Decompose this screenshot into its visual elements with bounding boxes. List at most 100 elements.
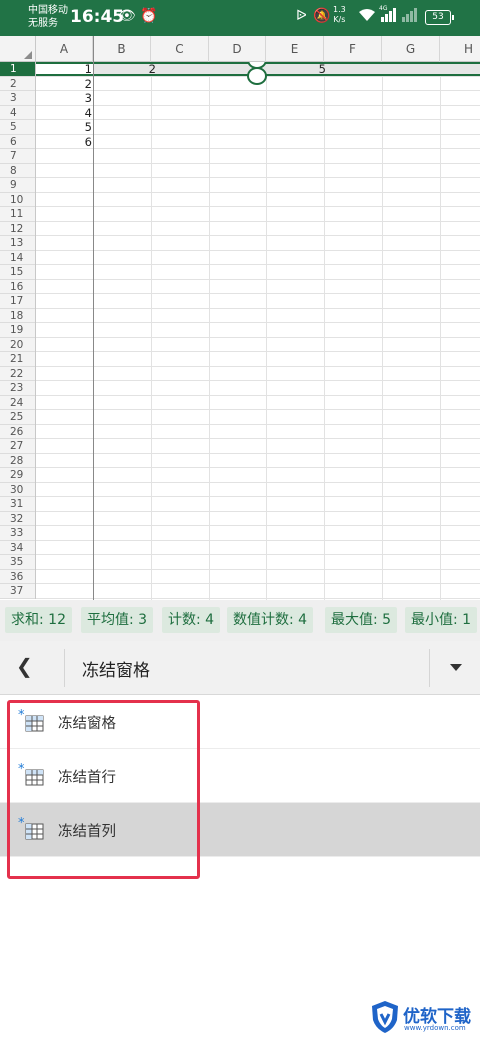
row-header-11[interactable]: 11 <box>0 207 35 222</box>
row-header-13[interactable]: 13 <box>0 236 35 251</box>
row-header-35[interactable]: 35 <box>0 555 35 570</box>
row-headers: 1 2 3 4 5 6 7 8 9 10 11 12 13 14 15 16 17 18 19 20 21 22 23 24 2… <box>0 62 36 599</box>
grid-row-line <box>36 336 480 338</box>
stat-average[interactable]: 平均值: 3 <box>81 607 154 633</box>
column-header-b[interactable]: B <box>93 36 151 62</box>
carrier-info: 中国移动 无服务 <box>28 4 68 30</box>
row-header-4[interactable]: 4 <box>0 106 35 120</box>
row-header-28[interactable]: 28 <box>0 454 35 468</box>
row-header-9[interactable]: 9 <box>0 178 35 193</box>
row-header-2[interactable]: 2 <box>0 77 35 91</box>
spreadsheet-grid[interactable]: 1 2 3 4 5 6 2 5 ABCDEFGH 1 2 3 4 5 6 7 8 9 10 11 12… <box>0 36 480 600</box>
row-header-30[interactable]: 30 <box>0 483 35 497</box>
excel-screen: 中国移动 无服务 16:45 👁 ⏰ ᐉ 🔕 1.3 K/s 4G 53 1 2… <box>0 0 480 1040</box>
row-header-19[interactable]: 19 <box>0 323 35 338</box>
grid-row-line <box>36 278 480 280</box>
row-header-12[interactable]: 12 <box>0 222 35 236</box>
grid-row-line <box>36 510 480 512</box>
row-header-24[interactable]: 24 <box>0 396 35 410</box>
column-header-h[interactable]: H <box>440 36 480 62</box>
grid-row-line <box>36 249 480 251</box>
row-header-22[interactable]: 22 <box>0 367 35 381</box>
row-header-33[interactable]: 33 <box>0 526 35 541</box>
row-header-31[interactable]: 31 <box>0 497 35 512</box>
cell-b1[interactable]: 2 <box>100 62 156 76</box>
row-header-8[interactable]: 8 <box>0 164 35 178</box>
row-header-15[interactable]: 15 <box>0 265 35 280</box>
grid-row-line <box>36 264 480 265</box>
service-status: 无服务 <box>28 18 58 29</box>
grid-row-line <box>36 525 480 526</box>
cell-a1[interactable]: 1 <box>36 62 92 76</box>
stat-max[interactable]: 最大值: 5 <box>325 607 398 633</box>
cell-e1[interactable]: 5 <box>270 62 326 76</box>
grid-row-line <box>36 394 480 396</box>
row-header-6[interactable]: 6 <box>0 135 35 149</box>
select-all-corner[interactable] <box>0 36 36 62</box>
cell-a4[interactable]: 4 <box>36 106 92 120</box>
row-header-26[interactable]: 26 <box>0 425 35 439</box>
grid-row-line <box>36 133 480 135</box>
grid-row-line <box>36 423 480 425</box>
cell-a6[interactable]: 6 <box>36 135 92 149</box>
stat-count[interactable]: 计数: 4 <box>162 607 221 633</box>
wifi-icon <box>358 8 376 26</box>
grid-row-line <box>36 104 480 106</box>
row-header-16[interactable]: 16 <box>0 280 35 294</box>
grid-row-line <box>36 597 480 599</box>
status-bar: 中国移动 无服务 16:45 👁 ⏰ ᐉ 🔕 1.3 K/s 4G 53 <box>0 0 480 36</box>
row-header-36[interactable]: 36 <box>0 570 35 584</box>
row-header-10[interactable]: 10 <box>0 193 35 207</box>
cell-a5[interactable]: 5 <box>36 120 92 134</box>
grid-row-line <box>36 220 480 222</box>
stat-sum[interactable]: 求和: 12 <box>5 607 72 633</box>
row-header-37[interactable]: 37 <box>0 584 35 599</box>
row-header-20[interactable]: 20 <box>0 338 35 352</box>
row-header-3[interactable]: 3 <box>0 91 35 106</box>
column-header-g[interactable]: G <box>382 36 440 62</box>
row-header-7[interactable]: 7 <box>0 149 35 164</box>
row-header-23[interactable]: 23 <box>0 381 35 396</box>
stat-numeric-count[interactable]: 数值计数: 4 <box>227 607 314 633</box>
grid-row-line <box>36 568 480 570</box>
grid-row-line <box>36 583 480 584</box>
grid-row-line <box>36 235 480 236</box>
column-header-e[interactable]: E <box>266 36 324 62</box>
row-header-25[interactable]: 25 <box>0 410 35 425</box>
selection-statistics: 求和: 12 平均值: 3 计数: 4 数值计数: 4 最大值: 5 最小值: … <box>0 600 480 641</box>
column-divider <box>93 36 94 600</box>
row-header-1[interactable]: 1 <box>0 62 35 77</box>
grid-row-line <box>36 293 480 294</box>
grid-row-line <box>36 162 480 164</box>
alarm-icon: ⏰ <box>140 8 158 24</box>
column-header-a[interactable]: A <box>36 36 93 62</box>
row-header-27[interactable]: 27 <box>0 439 35 454</box>
grid-row-line <box>36 496 480 497</box>
grid-column-line <box>382 62 383 600</box>
selection-handle-bottom[interactable] <box>247 67 267 85</box>
column-header-f[interactable]: F <box>324 36 382 62</box>
row-header-21[interactable]: 21 <box>0 352 35 367</box>
column-header-d[interactable]: D <box>209 36 266 62</box>
dropdown-button[interactable] <box>430 641 480 695</box>
row-header-29[interactable]: 29 <box>0 468 35 483</box>
cell-a2[interactable]: 2 <box>36 77 92 91</box>
stat-min[interactable]: 最小值: 1 <box>405 607 478 633</box>
grid-row-line <box>36 452 480 454</box>
row-header-18[interactable]: 18 <box>0 309 35 323</box>
grid-row-line <box>36 481 480 483</box>
row-header-32[interactable]: 32 <box>0 512 35 526</box>
row-header-34[interactable]: 34 <box>0 541 35 555</box>
row-header-5[interactable]: 5 <box>0 120 35 135</box>
grid-row-line <box>36 554 480 555</box>
row-header-14[interactable]: 14 <box>0 251 35 265</box>
grid-row-line <box>36 539 480 541</box>
cell-area[interactable] <box>36 62 480 600</box>
net-speed: 1.3 K/s <box>333 5 346 24</box>
column-header-c[interactable]: C <box>151 36 209 62</box>
back-button[interactable]: ❮ <box>0 641 52 695</box>
grid-row-line <box>36 119 480 120</box>
grid-row-line <box>36 409 480 410</box>
row-header-17[interactable]: 17 <box>0 294 35 309</box>
cell-a3[interactable]: 3 <box>36 91 92 105</box>
